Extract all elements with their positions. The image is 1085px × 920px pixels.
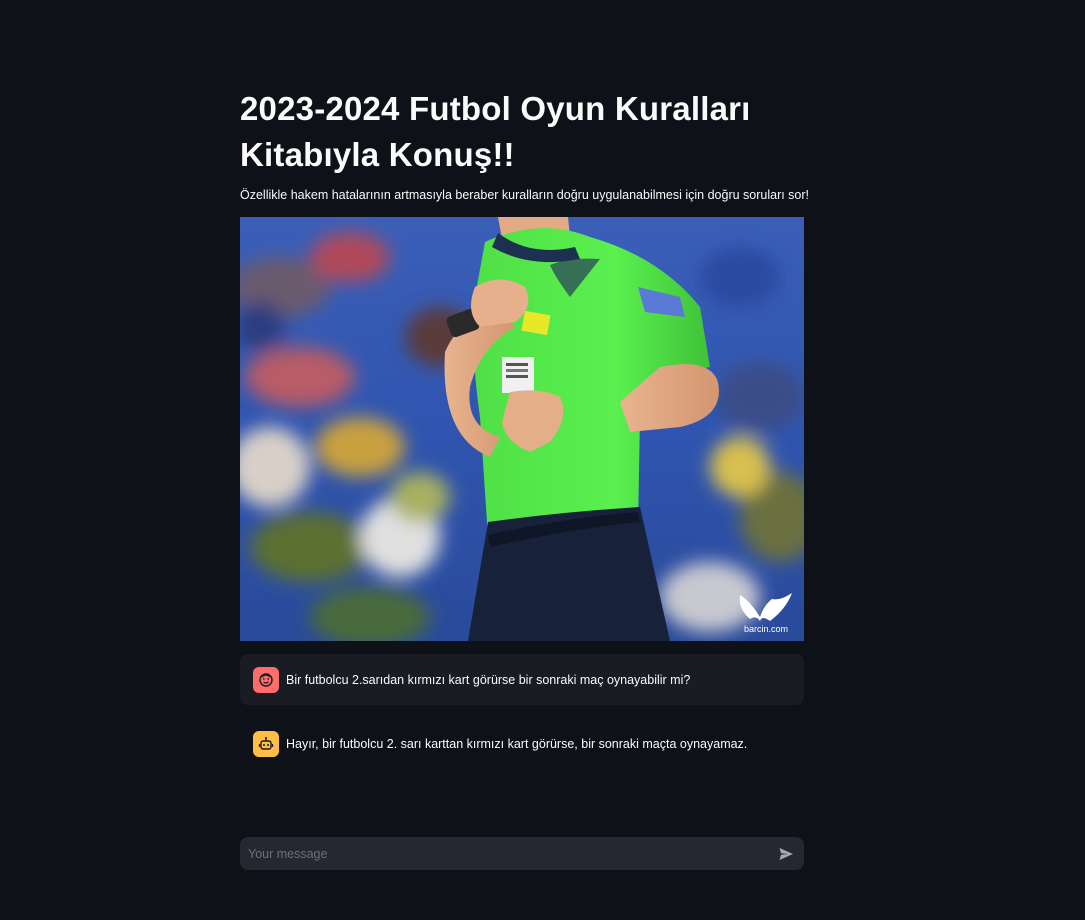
message-text: Bir futbolcu 2.sarıdan kırmızı kart görü… bbox=[286, 672, 691, 687]
smiley-face-icon bbox=[253, 666, 279, 693]
chat-message-input[interactable] bbox=[240, 837, 760, 870]
chat-input-container bbox=[240, 837, 804, 870]
chat-message-assistant: Hayır, bir futbolcu 2. sarı karttan kırm… bbox=[240, 718, 804, 769]
watermark-text: barcin.com bbox=[744, 624, 788, 634]
hero-image: barcin.com bbox=[240, 217, 804, 641]
page-title: 2023-2024 Futbol Oyun Kuralları Kitabıyl… bbox=[240, 90, 751, 173]
send-icon bbox=[779, 848, 793, 860]
send-button[interactable] bbox=[774, 842, 798, 866]
message-text: Hayır, bir futbolcu 2. sarı karttan kırm… bbox=[286, 736, 748, 751]
page-subtitle: Özellikle hakem hatalarının artmasıyla b… bbox=[240, 188, 810, 202]
robot-icon bbox=[253, 730, 279, 757]
chat-message-user: Bir futbolcu 2.sarıdan kırmızı kart görü… bbox=[240, 654, 804, 705]
